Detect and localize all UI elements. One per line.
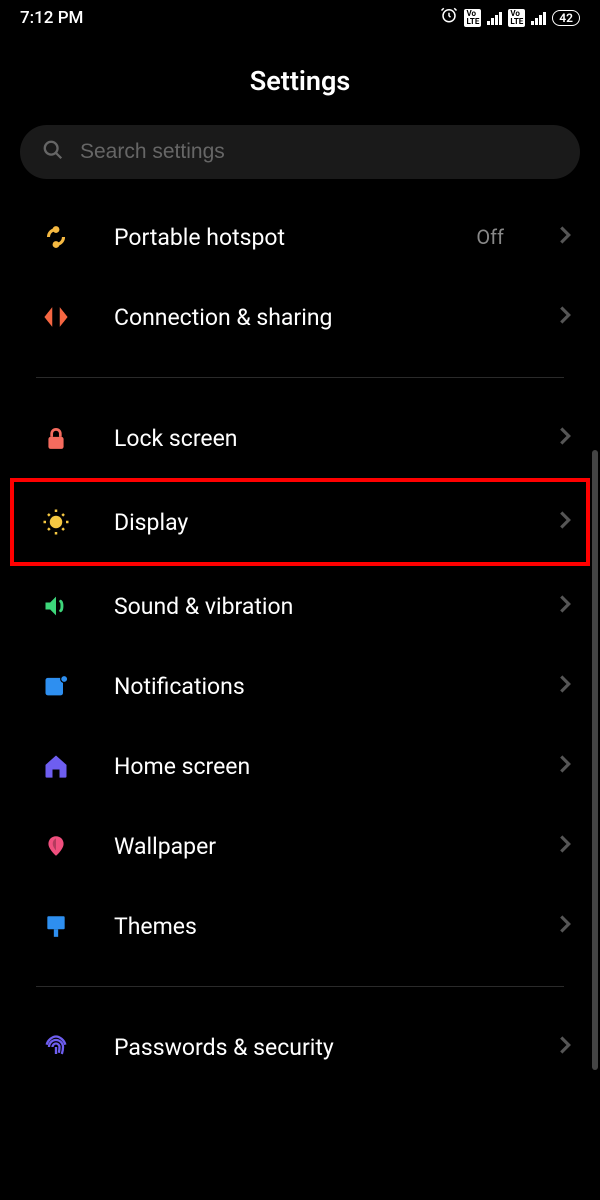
item-label: Sound & vibration	[114, 593, 516, 620]
notifications-icon	[40, 670, 72, 702]
settings-item-notifications[interactable]: Notifications	[0, 646, 600, 726]
status-bar: 7:12 PM VoLTE VoLTE 42	[0, 0, 600, 33]
fingerprint-icon	[40, 1031, 72, 1063]
status-indicators: VoLTE VoLTE 42	[440, 6, 580, 29]
lock-icon	[40, 422, 72, 454]
settings-item-home-screen[interactable]: Home screen	[0, 726, 600, 806]
volte-badge-1: VoLTE	[464, 9, 481, 27]
chevron-right-icon	[558, 754, 572, 778]
chevron-right-icon	[558, 225, 572, 249]
settings-item-connection-sharing[interactable]: Connection & sharing	[0, 277, 600, 357]
chevron-right-icon	[558, 305, 572, 329]
sound-icon	[40, 590, 72, 622]
settings-item-lock-screen[interactable]: Lock screen	[0, 398, 600, 478]
item-label: Themes	[114, 913, 516, 940]
chevron-right-icon	[558, 510, 572, 534]
settings-item-portable-hotspot[interactable]: Portable hotspot Off	[0, 197, 600, 277]
settings-list: Portable hotspot Off Connection & sharin…	[0, 197, 600, 1087]
chevron-right-icon	[558, 674, 572, 698]
settings-item-display[interactable]: Display	[10, 478, 590, 566]
settings-item-wallpaper[interactable]: Wallpaper	[0, 806, 600, 886]
item-label: Display	[114, 509, 516, 536]
alarm-icon	[440, 6, 458, 29]
home-icon	[40, 750, 72, 782]
signal-bars-2	[531, 11, 546, 25]
item-label: Portable hotspot	[114, 224, 434, 251]
connection-icon	[40, 301, 72, 333]
item-label: Passwords & security	[114, 1034, 516, 1061]
wallpaper-icon	[40, 830, 72, 862]
search-input[interactable]	[80, 140, 558, 164]
hotspot-icon	[40, 221, 72, 253]
volte-badge-2: VoLTE	[508, 9, 525, 27]
search-icon	[42, 139, 64, 165]
item-value: Off	[476, 225, 504, 249]
item-label: Wallpaper	[114, 833, 516, 860]
battery-indicator: 42	[552, 10, 580, 26]
search-bar[interactable]	[20, 125, 580, 179]
item-label: Home screen	[114, 753, 516, 780]
brightness-icon	[40, 506, 72, 538]
settings-item-passwords-security[interactable]: Passwords & security	[0, 1007, 600, 1087]
scrollbar[interactable]	[592, 450, 598, 1070]
divider	[36, 377, 564, 378]
page-title: Settings	[0, 33, 600, 125]
item-label: Notifications	[114, 673, 516, 700]
chevron-right-icon	[558, 594, 572, 618]
chevron-right-icon	[558, 1035, 572, 1059]
signal-bars-1	[487, 11, 502, 25]
item-label: Lock screen	[114, 425, 516, 452]
chevron-right-icon	[558, 914, 572, 938]
settings-item-sound-vibration[interactable]: Sound & vibration	[0, 566, 600, 646]
item-label: Connection & sharing	[114, 304, 516, 331]
chevron-right-icon	[558, 834, 572, 858]
themes-icon	[40, 910, 72, 942]
settings-item-themes[interactable]: Themes	[0, 886, 600, 966]
chevron-right-icon	[558, 426, 572, 450]
status-time: 7:12 PM	[20, 8, 83, 28]
divider	[36, 986, 564, 987]
